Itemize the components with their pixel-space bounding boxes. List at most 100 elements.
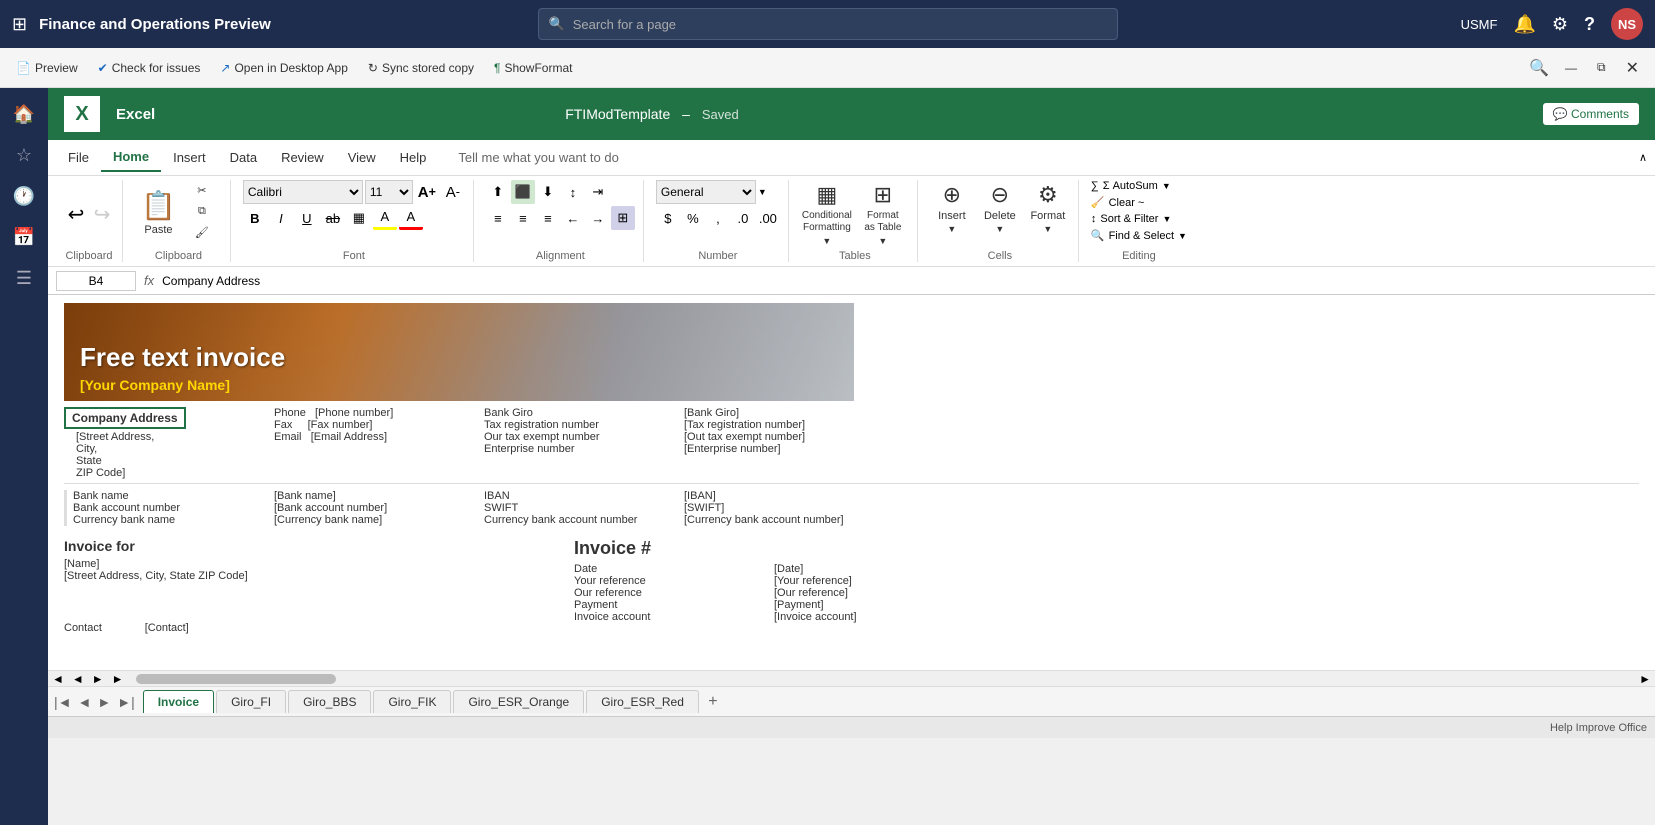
tab-nav-first[interactable]: |◄	[52, 694, 74, 710]
tab-view[interactable]: View	[336, 144, 388, 171]
scroll-left-icon[interactable]: ◄	[48, 672, 68, 686]
sheet-area: Free text invoice [Your Company Name] Co…	[48, 295, 1655, 670]
align-right-button[interactable]: ≡	[536, 206, 560, 230]
align-middle-button[interactable]: ⬛	[511, 180, 535, 204]
tab-home[interactable]: Home	[101, 143, 161, 172]
redo-button[interactable]: ↪	[90, 202, 114, 226]
decrease-indent-button[interactable]: ←	[561, 206, 585, 230]
sort-filter-button[interactable]: ↕ Sort & Filter ▼	[1091, 213, 1172, 225]
font-color-button[interactable]: A	[399, 206, 423, 230]
close-button[interactable]: ✕	[1618, 54, 1647, 82]
check-issues-button[interactable]: ✔ Check for issues	[90, 57, 209, 79]
font-grow-button[interactable]: A+	[415, 180, 439, 204]
minimize-button[interactable]: —	[1557, 57, 1585, 79]
currency-button[interactable]: $	[656, 206, 680, 230]
preview-button[interactable]: 📄 Preview	[8, 57, 86, 79]
fill-color-button[interactable]: A	[373, 206, 397, 230]
comma-button[interactable]: ,	[706, 206, 730, 230]
cell-reference-input[interactable]	[56, 271, 136, 291]
underline-button[interactable]: U	[295, 206, 319, 230]
sync-button[interactable]: ↻ Sync stored copy	[360, 57, 482, 79]
strikethrough-button[interactable]: ab	[321, 206, 345, 230]
conditional-formatting-button[interactable]: ▦ Conditional Formatting ▼	[801, 180, 853, 248]
scroll-right-end[interactable]: ►	[1635, 672, 1655, 686]
search-bar[interactable]: 🔍 Search for a page	[538, 8, 1118, 40]
payment-label: Payment	[574, 599, 774, 611]
email-row: Email [Email Address]	[274, 431, 484, 443]
help-improve-label[interactable]: Help Improve Office	[1550, 722, 1647, 734]
italic-button[interactable]: I	[269, 206, 293, 230]
tab-review[interactable]: Review	[269, 144, 336, 171]
delete-cells-button[interactable]: ⊖ Delete ▼	[978, 180, 1022, 236]
sheet-tab-giro-fik[interactable]: Giro_FIK	[373, 690, 451, 713]
sheet-tab-giro-esr-orange[interactable]: Giro_ESR_Orange	[453, 690, 584, 713]
tab-insert[interactable]: Insert	[161, 144, 218, 171]
undo-button[interactable]: ↩	[64, 202, 88, 226]
bold-button[interactable]: B	[243, 206, 267, 230]
text-direction-button[interactable]: ↕	[561, 180, 585, 204]
insert-cells-button[interactable]: ⊕ Insert ▼	[930, 180, 974, 236]
autosum-button[interactable]: ∑ Σ AutoSum ▼	[1091, 180, 1171, 192]
align-left-button[interactable]: ≡	[486, 206, 510, 230]
toolbar-search-button[interactable]: 🔍	[1525, 54, 1553, 82]
collapse-ribbon-btn[interactable]: ∧	[1639, 151, 1647, 164]
horizontal-scrollbar[interactable]: ◄ ◄ ► ► ►	[48, 670, 1655, 686]
avatar[interactable]: NS	[1611, 8, 1643, 40]
tab-nav-last[interactable]: ►|	[115, 694, 137, 710]
find-select-button[interactable]: 🔍 Find & Select ▼	[1091, 229, 1187, 242]
sidebar-recent-icon[interactable]: 🕐	[0, 178, 48, 215]
gear-icon[interactable]: ⚙	[1552, 14, 1568, 35]
grid-icon[interactable]: ⊞	[12, 14, 27, 35]
help-icon[interactable]: ?	[1584, 14, 1595, 35]
sidebar-calendar-icon[interactable]: 📅	[0, 219, 48, 256]
open-desktop-button[interactable]: ↗ Open in Desktop App	[212, 57, 355, 79]
clipboard-label: Clipboard	[155, 250, 202, 262]
sheet-tab-giro-fi[interactable]: Giro_FI	[216, 690, 286, 713]
comments-button[interactable]: 💬 Comments	[1543, 103, 1639, 125]
wrap-text-button[interactable]: ⇥	[586, 180, 610, 204]
autosum-dd: ▼	[1162, 181, 1171, 191]
clear-button[interactable]: 🧹 Clear ~	[1091, 196, 1144, 209]
sheet-tab-giro-bbs[interactable]: Giro_BBS	[288, 690, 371, 713]
tab-file[interactable]: File	[56, 144, 101, 171]
font-size-select[interactable]: 11	[365, 180, 413, 204]
format-cells-button[interactable]: ⚙ Format ▼	[1026, 180, 1070, 236]
percent-button[interactable]: %	[681, 206, 705, 230]
tab-nav-prev[interactable]: ◄	[76, 694, 94, 710]
maximize-button[interactable]: ⧉	[1589, 56, 1614, 79]
insert-icon: ⊕	[943, 182, 961, 208]
format-painter-button[interactable]: 🖌	[186, 222, 222, 242]
sheet-tab-invoice[interactable]: Invoice	[143, 690, 214, 713]
sheet-tab-giro-esr-red[interactable]: Giro_ESR_Red	[586, 690, 699, 713]
sidebar-star-icon[interactable]: ☆	[0, 137, 48, 174]
scroll-right-step[interactable]: ►	[88, 672, 108, 686]
scroll-right-icon[interactable]: ►	[108, 672, 128, 686]
company-address-cell[interactable]: Company Address	[64, 407, 186, 429]
tell-me-input[interactable]: Tell me what you want to do	[458, 150, 618, 165]
h-scrollbar-thumb[interactable]	[136, 674, 336, 684]
bell-icon[interactable]: 🔔	[1513, 14, 1535, 35]
add-sheet-button[interactable]: +	[701, 690, 725, 714]
increase-indent-button[interactable]: →	[586, 206, 610, 230]
merge-button[interactable]: ⊞	[611, 206, 635, 230]
scroll-left-step[interactable]: ◄	[68, 672, 88, 686]
number-format-select[interactable]: General	[656, 180, 756, 204]
sidebar-list-icon[interactable]: ☰	[0, 260, 48, 297]
border-button[interactable]: ▦	[347, 206, 371, 230]
tab-data[interactable]: Data	[218, 144, 269, 171]
cut-button[interactable]: ✂	[186, 180, 222, 200]
font-name-select[interactable]: Calibri	[243, 180, 363, 204]
align-top-button[interactable]: ⬆	[486, 180, 510, 204]
align-bottom-button[interactable]: ⬇	[536, 180, 560, 204]
decrease-decimal-button[interactable]: .0	[731, 206, 755, 230]
tab-nav-next[interactable]: ►	[95, 694, 113, 710]
sidebar-home-icon[interactable]: 🏠	[0, 96, 48, 133]
font-shrink-button[interactable]: A-	[441, 180, 465, 204]
align-center-button[interactable]: ≡	[511, 206, 535, 230]
increase-decimal-button[interactable]: .00	[756, 206, 780, 230]
format-as-table-button[interactable]: ⊞ Format as Table ▼	[857, 180, 909, 248]
showformat-button[interactable]: ¶ ShowFormat	[486, 57, 580, 79]
copy-button[interactable]: ⧉	[186, 201, 222, 221]
tab-help[interactable]: Help	[388, 144, 439, 171]
paste-button[interactable]: 📋 Paste	[135, 180, 182, 244]
